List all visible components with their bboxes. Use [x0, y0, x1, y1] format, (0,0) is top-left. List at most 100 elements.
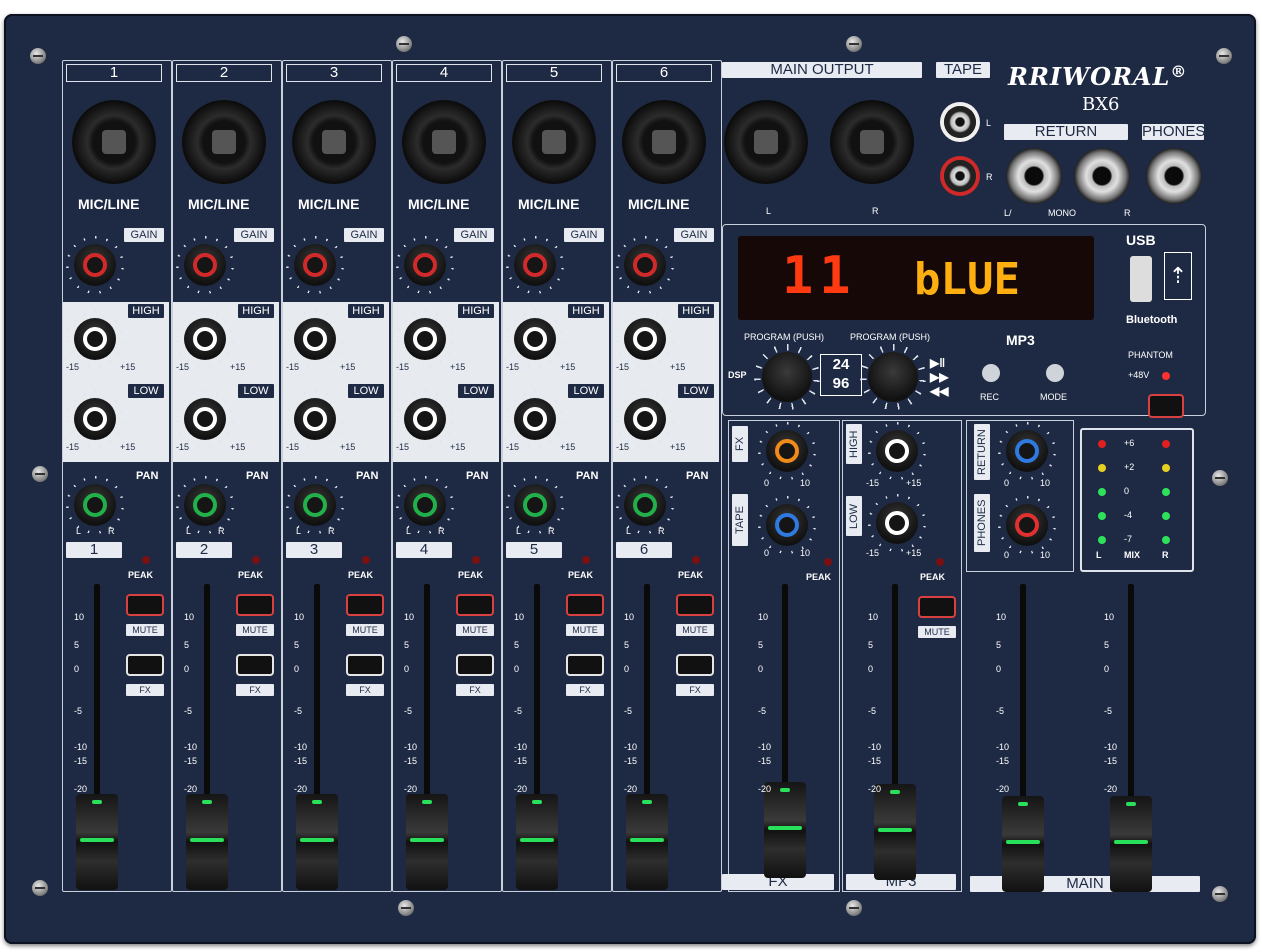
fader-scale-label: 10 — [404, 612, 415, 622]
pan-knob[interactable] — [624, 484, 666, 526]
gain-knob[interactable] — [404, 244, 446, 286]
fx-send-button[interactable] — [346, 654, 384, 676]
high-eq-knob[interactable] — [74, 318, 116, 360]
channel-fader[interactable] — [406, 794, 448, 890]
low-eq-knob[interactable] — [74, 398, 116, 440]
main-output-right-xlr[interactable] — [830, 100, 914, 184]
gain-knob[interactable] — [184, 244, 226, 286]
gain-knob[interactable] — [74, 244, 116, 286]
screw-icon — [32, 880, 48, 896]
phones-jack[interactable] — [1146, 148, 1202, 204]
channel-fader[interactable] — [76, 794, 118, 890]
screw-icon — [1212, 886, 1228, 902]
fader-scale-label: -5 — [1104, 706, 1113, 716]
bluetooth-label: Bluetooth — [1126, 314, 1178, 326]
fx-send-button[interactable] — [456, 654, 494, 676]
fader-scale-label: -5 — [758, 706, 767, 716]
mute-button[interactable] — [676, 594, 714, 616]
mute-button[interactable] — [236, 594, 274, 616]
fader-scale-label: 10 — [1104, 612, 1115, 622]
low-eq-knob[interactable] — [294, 398, 336, 440]
mic-line-combo-jack[interactable] — [622, 100, 706, 184]
channel-fader[interactable] — [186, 794, 228, 890]
return-left-jack[interactable] — [1006, 148, 1062, 204]
usb-port[interactable] — [1130, 256, 1152, 302]
mp3-fader[interactable] — [874, 784, 916, 880]
fx-send-button[interactable] — [676, 654, 714, 676]
high-eq-knob[interactable] — [514, 318, 556, 360]
mic-line-combo-jack[interactable] — [182, 100, 266, 184]
pan-knob[interactable] — [514, 484, 556, 526]
fx-send-button[interactable] — [126, 654, 164, 676]
high-eq-knob[interactable] — [404, 318, 446, 360]
high-eq-knob[interactable] — [624, 318, 666, 360]
dsp-program-knob[interactable] — [762, 352, 812, 402]
low-eq-knob[interactable] — [184, 398, 226, 440]
mp3-high-knob[interactable] — [876, 430, 918, 472]
low-eq-knob[interactable] — [404, 398, 446, 440]
channel-fader[interactable] — [516, 794, 558, 890]
return-right-jack[interactable] — [1074, 148, 1130, 204]
meter-led-left — [1098, 536, 1106, 544]
mp3-low-min: -15 — [866, 548, 880, 558]
pan-knob[interactable] — [74, 484, 116, 526]
tape-right-rca[interactable] — [944, 160, 976, 192]
fx-peak-label: PEAK — [806, 572, 832, 582]
fader-scale-label: -20 — [74, 784, 88, 794]
fx-level-knob[interactable] — [766, 430, 808, 472]
channel-label-strip: 5 — [506, 542, 562, 558]
pan-knob[interactable] — [294, 484, 336, 526]
low-eq-knob[interactable] — [514, 398, 556, 440]
mp3-mute-button[interactable] — [918, 596, 956, 618]
phones-level-knob[interactable] — [1006, 504, 1048, 546]
fader-scale-label: -15 — [74, 756, 88, 766]
pan-knob[interactable] — [184, 484, 226, 526]
mute-button[interactable] — [126, 594, 164, 616]
main-output-right-label: R — [872, 206, 879, 216]
high-min: -15 — [616, 362, 630, 372]
mute-button[interactable] — [346, 594, 384, 616]
fx-send-button[interactable] — [236, 654, 274, 676]
mp3-program-knob[interactable] — [868, 352, 918, 402]
fader-scale-label: 5 — [74, 640, 80, 650]
phantom-voltage: +48V — [1128, 370, 1150, 380]
channel-fader[interactable] — [626, 794, 668, 890]
main-left-fader[interactable] — [1002, 796, 1044, 892]
tape-left-rca[interactable] — [944, 106, 976, 138]
mp3-low-knob[interactable] — [876, 502, 918, 544]
low-min: -15 — [506, 442, 520, 452]
meter-led-left — [1098, 512, 1106, 520]
main-right-fader[interactable] — [1110, 796, 1152, 892]
high-eq-knob[interactable] — [294, 318, 336, 360]
gain-knob[interactable] — [294, 244, 336, 286]
tape-label: TAPE — [936, 62, 990, 78]
phantom-button[interactable] — [1148, 394, 1184, 418]
fx-send-button[interactable] — [566, 654, 604, 676]
mic-line-combo-jack[interactable] — [402, 100, 486, 184]
pan-right: R — [328, 526, 335, 536]
low-max: +15 — [230, 442, 246, 452]
pan-label: PAN — [686, 470, 709, 482]
fader-scale-label: 0 — [514, 664, 520, 674]
channel-fader[interactable] — [296, 794, 338, 890]
mode-button[interactable] — [1046, 364, 1064, 382]
pan-label: PAN — [246, 470, 269, 482]
pan-knob[interactable] — [404, 484, 446, 526]
mic-line-combo-jack[interactable] — [292, 100, 376, 184]
gain-knob[interactable] — [514, 244, 556, 286]
transport-icon: ▶‖ ▶▶ ◀◀ — [930, 356, 949, 398]
fx-max: 10 — [800, 478, 811, 488]
mic-line-combo-jack[interactable] — [512, 100, 596, 184]
low-eq-knob[interactable] — [624, 398, 666, 440]
fader-scale-label: -20 — [868, 784, 882, 794]
rec-button[interactable] — [982, 364, 1000, 382]
return-level-knob[interactable] — [1006, 430, 1048, 472]
high-eq-knob[interactable] — [184, 318, 226, 360]
main-output-left-xlr[interactable] — [724, 100, 808, 184]
mute-button[interactable] — [566, 594, 604, 616]
fx-fader[interactable] — [764, 782, 806, 878]
gain-knob[interactable] — [624, 244, 666, 286]
tape-level-knob[interactable] — [766, 504, 808, 546]
mute-button[interactable] — [456, 594, 494, 616]
mic-line-combo-jack[interactable] — [72, 100, 156, 184]
